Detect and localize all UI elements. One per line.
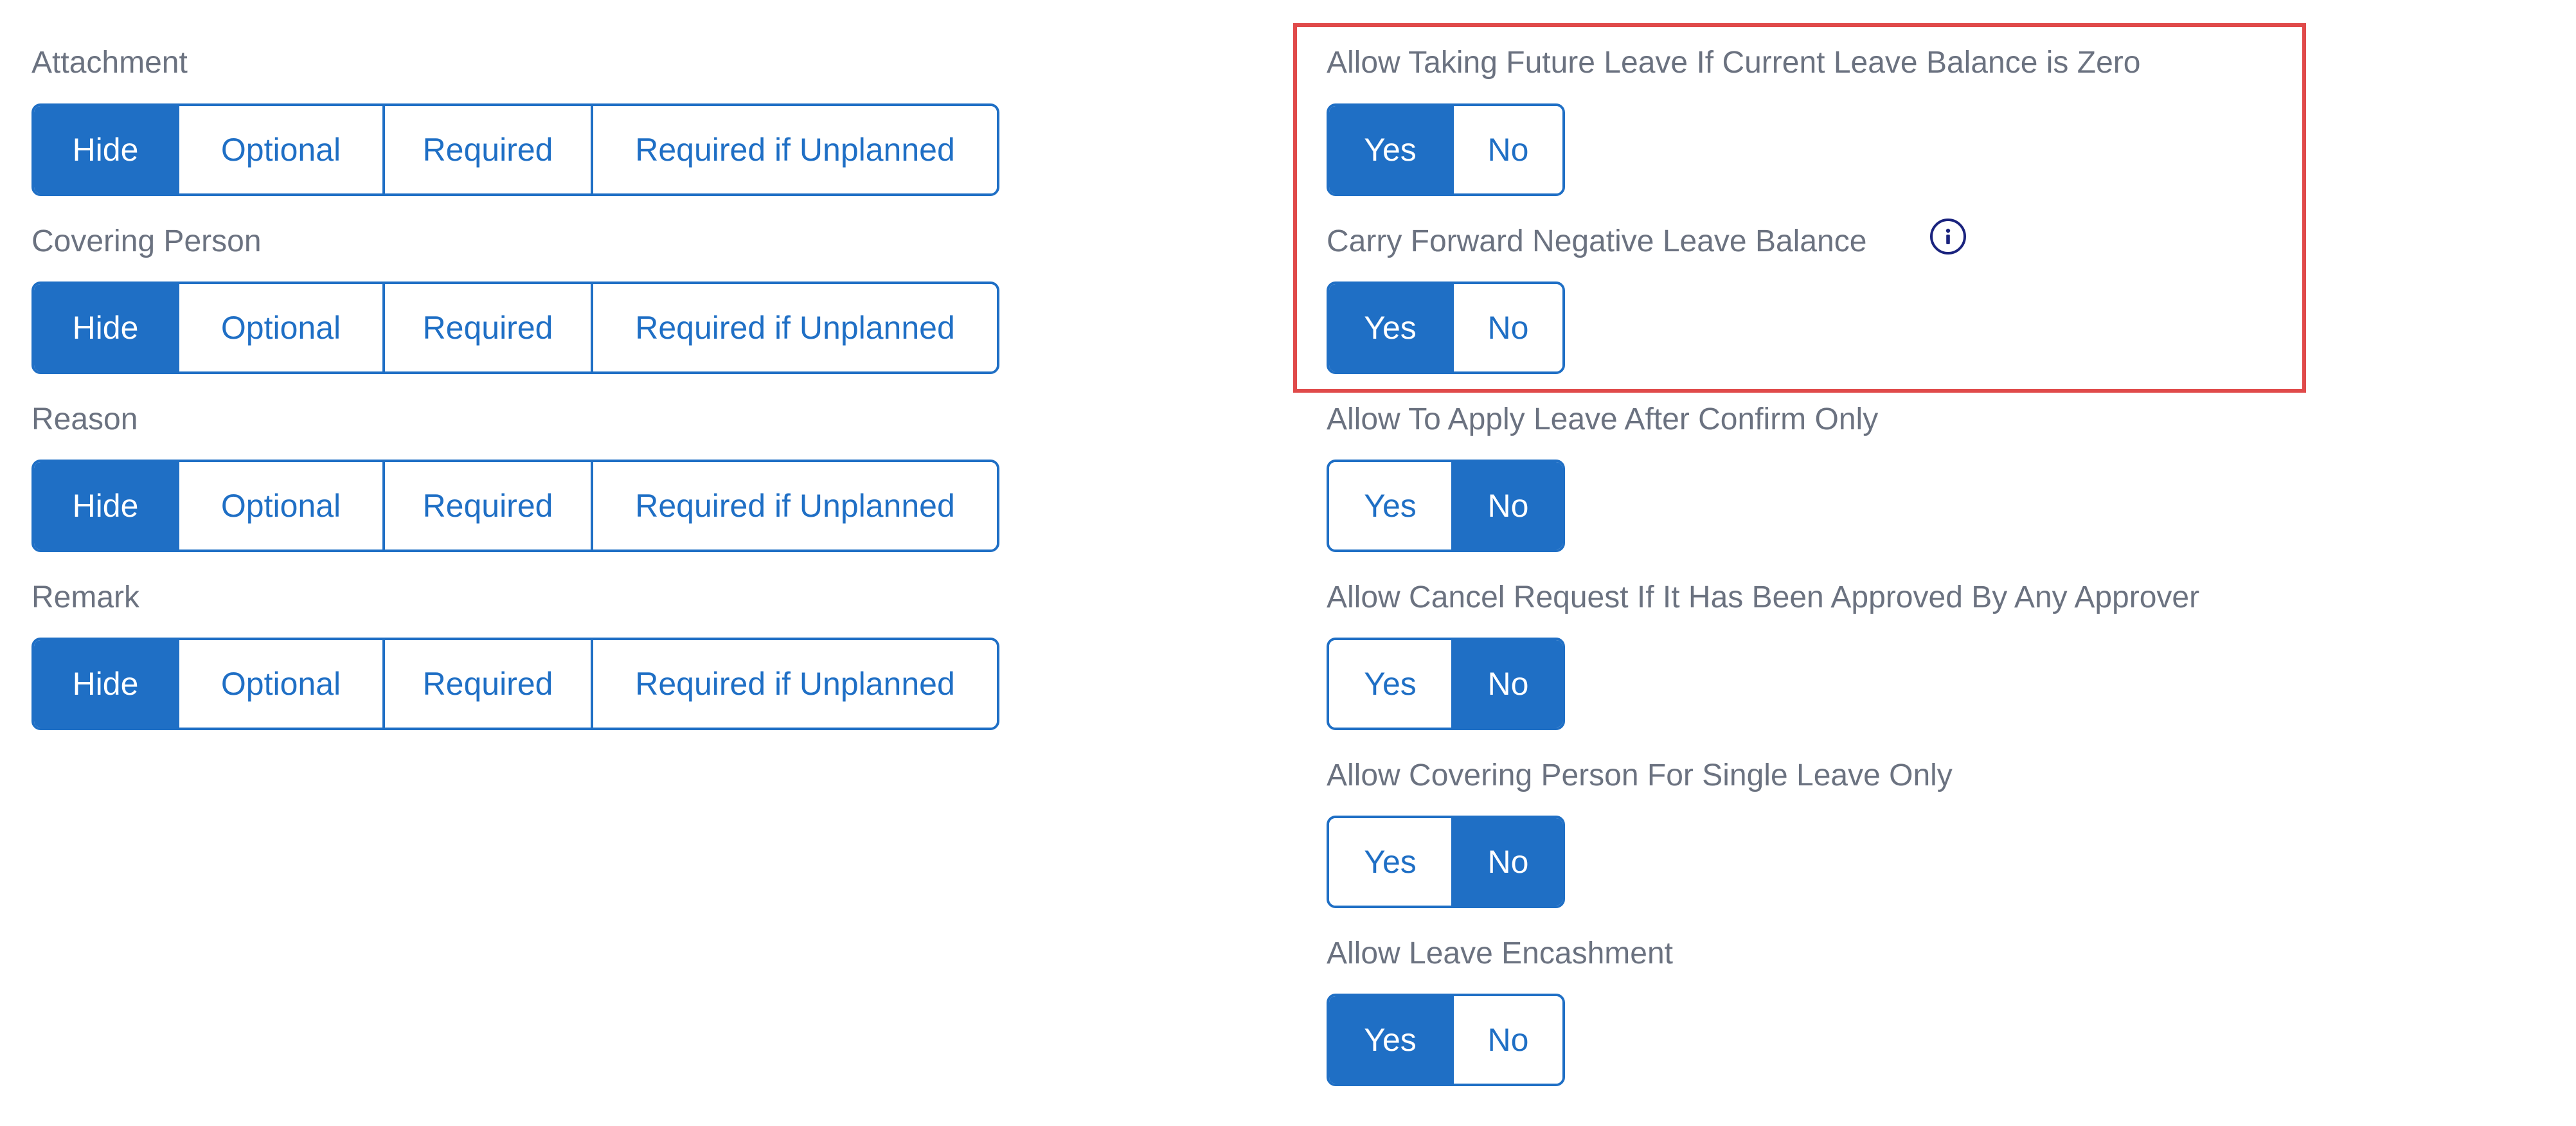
carry-forward-toggle: Yes No — [1327, 282, 1565, 374]
reason-required-if-unplanned-option[interactable]: Required if Unplanned — [591, 462, 997, 550]
covering-person-single-leave-no-option[interactable]: No — [1451, 818, 1562, 906]
carry-forward-label: Carry Forward Negative Leave Balance — [1327, 224, 1867, 258]
cancel-after-approval-yes-option[interactable]: Yes — [1329, 640, 1451, 728]
remark-required-option[interactable]: Required — [382, 640, 591, 728]
leave-encashment-yes-option[interactable]: Yes — [1329, 996, 1451, 1084]
reason-hide-option[interactable]: Hide — [34, 462, 177, 550]
covering-person-single-leave-toggle: Yes No — [1327, 816, 1565, 908]
remark-optional-option[interactable]: Optional — [177, 640, 382, 728]
cancel-after-approval-label: Allow Cancel Request If It Has Been Appr… — [1327, 580, 2200, 614]
remark-required-if-unplanned-option[interactable]: Required if Unplanned — [591, 640, 997, 728]
cancel-after-approval-no-option[interactable]: No — [1451, 640, 1562, 728]
allow-future-leave-toggle: Yes No — [1327, 103, 1565, 196]
remark-segmented-control: Hide Optional Required Required if Unpla… — [31, 638, 999, 730]
covering-person-single-leave-label: Allow Covering Person For Single Leave O… — [1327, 758, 1953, 792]
covering-person-required-if-unplanned-option[interactable]: Required if Unplanned — [591, 284, 997, 371]
cancel-after-approval-toggle: Yes No — [1327, 638, 1565, 730]
apply-after-confirm-label: Allow To Apply Leave After Confirm Only — [1327, 402, 1879, 436]
covering-person-optional-option[interactable]: Optional — [177, 284, 382, 371]
covering-person-hide-option[interactable]: Hide — [34, 284, 177, 371]
allow-future-leave-yes-option[interactable]: Yes — [1329, 106, 1451, 193]
attachment-hide-option[interactable]: Hide — [34, 106, 177, 193]
carry-forward-yes-option[interactable]: Yes — [1329, 284, 1451, 371]
reason-optional-option[interactable]: Optional — [177, 462, 382, 550]
attachment-label: Attachment — [31, 46, 188, 80]
leave-encashment-no-option[interactable]: No — [1451, 996, 1562, 1084]
carry-forward-no-option[interactable]: No — [1451, 284, 1562, 371]
attachment-required-option[interactable]: Required — [382, 106, 591, 193]
apply-after-confirm-toggle: Yes No — [1327, 460, 1565, 552]
attachment-optional-option[interactable]: Optional — [177, 106, 382, 193]
apply-after-confirm-yes-option[interactable]: Yes — [1329, 462, 1451, 550]
remark-label: Remark — [31, 580, 140, 614]
covering-person-segmented-control: Hide Optional Required Required if Unpla… — [31, 282, 999, 374]
covering-person-single-leave-yes-option[interactable]: Yes — [1329, 818, 1451, 906]
reason-label: Reason — [31, 402, 138, 436]
allow-future-leave-no-option[interactable]: No — [1451, 106, 1562, 193]
attachment-segmented-control: Hide Optional Required Required if Unpla… — [31, 103, 999, 196]
allow-future-leave-label: Allow Taking Future Leave If Current Lea… — [1327, 46, 2141, 80]
attachment-required-if-unplanned-option[interactable]: Required if Unplanned — [591, 106, 997, 193]
covering-person-required-option[interactable]: Required — [382, 284, 591, 371]
info-circle-icon[interactable] — [1930, 219, 1966, 255]
remark-hide-option[interactable]: Hide — [34, 640, 177, 728]
leave-encashment-label: Allow Leave Encashment — [1327, 936, 1673, 970]
covering-person-label: Covering Person — [31, 224, 262, 258]
leave-encashment-toggle: Yes No — [1327, 994, 1565, 1086]
reason-required-option[interactable]: Required — [382, 462, 591, 550]
reason-segmented-control: Hide Optional Required Required if Unpla… — [31, 460, 999, 552]
apply-after-confirm-no-option[interactable]: No — [1451, 462, 1562, 550]
